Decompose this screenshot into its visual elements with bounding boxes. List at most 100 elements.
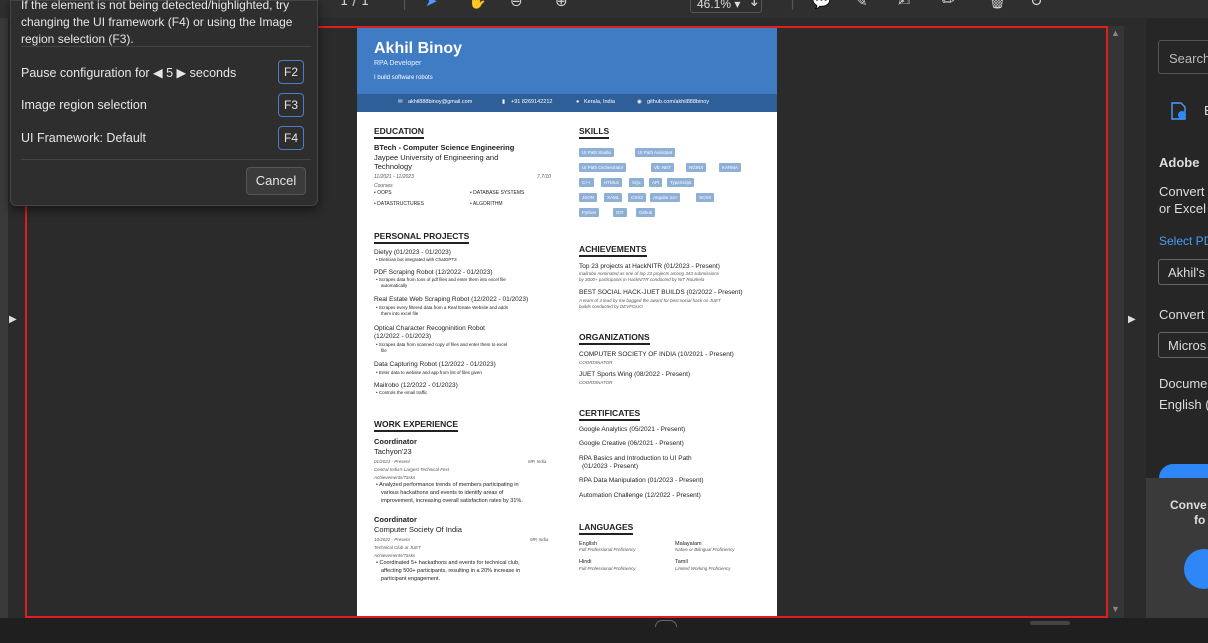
document-language-label: Docume xyxy=(1159,376,1208,391)
project-desc: • Scrapes data from scanned copy of file… xyxy=(376,342,508,347)
highlight-icon[interactable]: ✎ xyxy=(855,0,868,10)
vertical-scrollbar[interactable] xyxy=(1108,26,1124,618)
project-desc: • Controls the email traffic xyxy=(376,390,428,395)
github-icon: ◉ xyxy=(637,99,642,105)
section-organizations: ORGANIZATIONS xyxy=(579,332,650,345)
org-role: COORDINATOR xyxy=(579,360,613,365)
job-sub: Technical Club at JUET xyxy=(374,545,421,550)
resume-role: RPA Developer xyxy=(374,60,422,67)
certificate-item: Automation Challenge (12/2022 - Present) xyxy=(579,492,701,499)
achievement-desc-2: by 3000+ participants in HackNITR conduc… xyxy=(579,277,705,282)
section-achievements: ACHIEVEMENTS xyxy=(579,244,647,257)
hand-tool-icon[interactable]: ✋ xyxy=(468,0,487,10)
skill-chip: Github xyxy=(636,208,656,217)
job-org: Computer Society Of India xyxy=(374,525,462,534)
rotate-icon[interactable]: ↻ xyxy=(1030,0,1043,10)
job-tasks-label: Achievements/Tasks xyxy=(374,553,416,558)
edu-dates: 11/2021 - 11/2023 xyxy=(374,174,414,180)
project-title: PDF Scraping Robot (12/2022 - 01/2023) xyxy=(374,269,493,276)
pause-config-row: Pause configuration for ◀ 5 ▶ seconds xyxy=(21,65,236,80)
draw-icon[interactable]: ✍ xyxy=(898,0,911,10)
section-work: WORK EXPERIENCE xyxy=(374,419,459,432)
language-value[interactable]: English ( xyxy=(1159,397,1208,412)
job-dates: 01/2023 - Present xyxy=(374,459,410,464)
footer-text-2: fo xyxy=(1194,513,1206,527)
org-title: JUET Sports Wing (08/2022 - Present) xyxy=(579,371,691,378)
pause-seconds-stepper[interactable]: ◀ 5 ▶ xyxy=(153,66,186,80)
job-role: Coordinator xyxy=(374,515,417,524)
zoom-in-icon[interactable]: ⊕ xyxy=(555,0,568,10)
zoom-out-icon[interactable]: ⊖ xyxy=(510,0,523,10)
left-collapse-bar[interactable] xyxy=(0,18,8,618)
file-field[interactable]: Akhil's xyxy=(1158,259,1208,285)
image-region-label: Image region selection xyxy=(21,98,147,112)
scroll-up-arrow-icon[interactable]: ▲ xyxy=(1111,28,1120,38)
project-title: Real Estate Web Scraping Robot (12/2022 … xyxy=(374,296,529,303)
job-task: improvement, increasing overall satisfac… xyxy=(381,498,523,504)
skill-chip: XAML xyxy=(604,193,623,202)
job-task: participant engagement. xyxy=(381,576,441,582)
project-title-2: (12/2022 - 01/2023) xyxy=(374,333,432,340)
skill-chip: SQL xyxy=(629,178,645,187)
scroll-down-icon[interactable]: ↓ xyxy=(748,0,761,10)
bottom-icon[interactable] xyxy=(655,620,677,627)
job-sub: Central India's Largest Technical Fest xyxy=(374,467,449,472)
toolbar-divider-2: | xyxy=(790,0,796,10)
github-text: github.com/akhil888binoy xyxy=(647,99,710,105)
f4-key-button[interactable]: F4 xyxy=(278,126,304,150)
skill-chip: GIT xyxy=(613,208,627,217)
f2-key-button[interactable]: F2 xyxy=(278,60,304,84)
job-place: MP, India xyxy=(528,459,547,464)
cancel-button[interactable]: Cancel xyxy=(246,167,306,195)
section-languages: LANGUAGES xyxy=(579,522,634,535)
select-tool-icon[interactable]: ➤ xyxy=(425,0,438,10)
collapse-right-panel-icon[interactable]: ▶ xyxy=(1128,314,1136,325)
edu-school: Jaypee University of Engineering and xyxy=(374,153,499,162)
pen-icon[interactable]: ✏ xyxy=(942,0,955,10)
phone-icon: ▮ xyxy=(502,99,506,105)
job-org: Tachyon'23 xyxy=(374,447,412,456)
export-pdf-icon[interactable] xyxy=(1170,102,1188,120)
comment-icon[interactable]: 💬 xyxy=(812,0,831,10)
certificate-item: Google Creative (06/2021 - Present) xyxy=(579,440,684,447)
skill-chip: UI Path Orchestrator xyxy=(579,163,627,172)
certificate-item-2: (01/2023 - Present) xyxy=(582,463,639,470)
scroll-down-arrow-icon[interactable]: ▼ xyxy=(1111,604,1120,614)
edu-gpa: 7.7/10 xyxy=(537,174,551,180)
f3-key-button[interactable]: F3 xyxy=(278,93,304,117)
course-item: • DATABASE SYSTEMS xyxy=(470,190,525,196)
skill-chip: KARMA xyxy=(719,163,742,172)
tool-label[interactable]: E xyxy=(1204,103,1208,118)
panel-description-2: or Excel xyxy=(1159,201,1206,216)
resume-header: Akhil Binoy RPA Developer I build softwa… xyxy=(357,26,777,94)
job-task: • Analyzed performance trends of members… xyxy=(376,482,519,488)
search-input[interactable]: Search xyxy=(1158,40,1208,74)
job-tasks-label: Achievements/Tasks xyxy=(374,475,416,480)
location-icon: ● xyxy=(576,99,580,105)
language-name: Hindi xyxy=(579,559,592,565)
select-pdf-link[interactable]: Select PD xyxy=(1159,234,1208,248)
course-item: • OOPS xyxy=(374,190,392,196)
org-role: COORDINATOR xyxy=(579,380,613,385)
skill-chip: JSON xyxy=(579,193,598,202)
achievement-title: BEST SOCIAL HACK-JUET BUILDS (02/2022 - … xyxy=(579,289,743,296)
delete-icon[interactable]: 🗑 xyxy=(988,0,1007,10)
project-title: Optical Character Recogninition Robot xyxy=(374,325,485,332)
project-desc: • Dietician bot integrated with ChatGPT3 xyxy=(376,257,457,262)
expand-left-icon[interactable]: ▶ xyxy=(9,314,17,325)
toolbar-divider: | xyxy=(402,0,408,10)
job-task: affecting 500+ participants, resulting i… xyxy=(381,568,521,574)
resume-page: Akhil Binoy RPA Developer I build softwa… xyxy=(357,26,777,616)
language-level: Full Professional Proficiency xyxy=(579,566,636,571)
achievement-desc: mailrobo nominated as one of top 23 proj… xyxy=(579,271,719,276)
project-desc: • Scrapes data from tons of pdf files an… xyxy=(376,277,506,282)
skill-chip: SCSS xyxy=(696,193,715,202)
skill-chip: Python xyxy=(579,208,600,217)
format-dropdown[interactable]: Micros xyxy=(1158,332,1208,358)
popup-intro-line: changing the UI framework (F4) or using … xyxy=(21,15,293,29)
certificate-item: RPA Basics and Introduction to UI Path xyxy=(579,455,692,462)
language-level: Native or Bilingual Proficiency xyxy=(675,547,735,552)
skill-chip: UI Path Assistant xyxy=(635,148,676,157)
achievement-title: Top 23 projects at HackNITR (01/2023 - P… xyxy=(579,263,720,270)
project-desc-2: them into excel file xyxy=(381,311,419,316)
